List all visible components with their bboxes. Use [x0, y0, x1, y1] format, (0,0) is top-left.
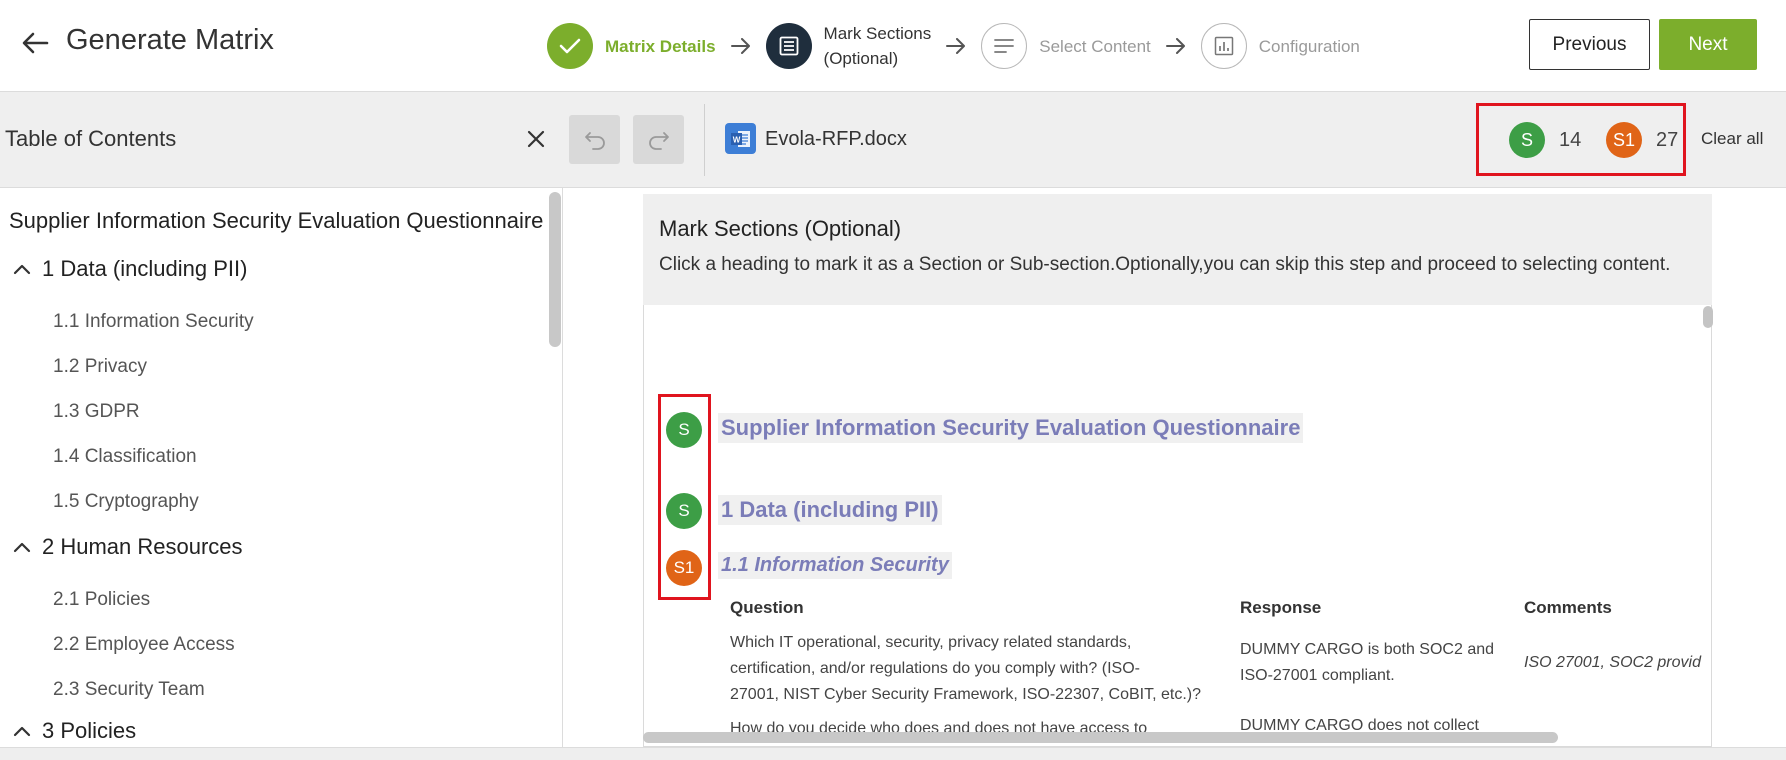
step-label: Configuration [1258, 36, 1360, 56]
app: Generate Matrix Matrix Details Mark Sect… [0, 0, 1786, 760]
subsection-badge: S1 [1606, 122, 1642, 158]
table-cell-response: DUMMY CARGO is both SOC2 and ISO-27001 c… [1240, 641, 1495, 684]
chevron-up-icon[interactable] [12, 259, 32, 279]
section-count: S 14 [1509, 122, 1581, 158]
doc-heading-subsection-1-1[interactable]: 1.1 Information Security [718, 552, 952, 579]
doc-heading-title[interactable]: Supplier Information Security Evaluation… [718, 413, 1304, 443]
toc-list: Supplier Information Security Evaluation… [0, 188, 548, 747]
table-header-question: Question [730, 598, 804, 617]
toc-section-label: 3 Policies [42, 718, 137, 743]
check-icon [547, 23, 593, 69]
doc-heading-section-1[interactable]: 1 Data (including PII) [718, 495, 942, 525]
previous-button[interactable]: Previous [1529, 19, 1650, 70]
chevron-up-icon[interactable] [12, 721, 32, 741]
toc-header: Table of Contents [0, 92, 563, 188]
stepper: Matrix Details Mark Sections (Optional) S… [547, 20, 1360, 72]
step-select-content[interactable]: Select Content [981, 23, 1151, 69]
arrow-right-icon [945, 35, 967, 57]
document-list-icon [765, 23, 812, 69]
mark-badge-section[interactable]: S [666, 412, 702, 448]
toc-item-1-2[interactable]: 1.2 Privacy [53, 356, 147, 378]
toc-section-2[interactable]: 2 Human Resources [12, 534, 243, 560]
step-label: Select Content [1039, 36, 1151, 56]
toc-title: Table of Contents [5, 126, 177, 151]
toc-panel: Table of Contents Supplier Information S… [0, 92, 563, 747]
toc-section-label: 2 Human Resources [42, 534, 243, 559]
toc-item-1-3[interactable]: 1.3 GDPR [53, 401, 140, 423]
toc-item-2-1[interactable]: 2.1 Policies [53, 589, 150, 611]
document-toolbar: W Evola-RFP.docx S 14 S1 27 Clear all [563, 92, 1786, 188]
instructions-text: Click a heading to mark it as a Section … [659, 254, 1671, 275]
mark-badge-subsection[interactable]: S1 [666, 550, 702, 586]
toc-item-1-1[interactable]: 1.1 Information Security [53, 311, 254, 333]
toolbar-divider [704, 104, 705, 176]
redo-icon [648, 131, 669, 150]
toc-item-2-2[interactable]: 2.2 Employee Access [53, 634, 235, 656]
lines-icon [981, 23, 1028, 69]
toc-section-1[interactable]: 1 Data (including PII) [12, 256, 247, 282]
subsection-count: S1 27 [1606, 122, 1678, 158]
instructions-panel: Mark Sections (Optional) Click a heading… [643, 194, 1712, 305]
table-cell-question: Which IT operational, security, privacy … [730, 634, 1201, 703]
document-horizontal-scrollbar[interactable] [643, 732, 1558, 743]
step-label: Matrix Details [605, 36, 716, 56]
toc-section-label: 1 Data (including PII) [42, 256, 248, 281]
redo-button[interactable] [633, 115, 684, 164]
section-count-value: 14 [1559, 128, 1582, 151]
back-arrow-icon[interactable] [18, 26, 52, 60]
step-label: Mark Sections (Optional) [823, 24, 932, 68]
table-header-comments: Comments [1524, 598, 1612, 617]
chevron-up-icon[interactable] [12, 537, 32, 557]
toc-item-2-3[interactable]: 2.3 Security Team [53, 679, 205, 701]
step-mark-sections[interactable]: Mark Sections (Optional) [765, 21, 932, 71]
undo-button[interactable] [569, 115, 620, 164]
close-icon[interactable] [523, 126, 549, 152]
header: Generate Matrix Matrix Details Mark Sect… [0, 0, 1786, 92]
word-file-icon: W [725, 123, 756, 154]
mark-counts: S 14 S1 27 [1476, 103, 1686, 176]
document-vertical-scrollbar[interactable] [1703, 306, 1713, 328]
step-matrix-details[interactable]: Matrix Details [547, 23, 716, 69]
file-name: Evola-RFP.docx [765, 128, 907, 150]
arrow-right-icon [1165, 35, 1187, 57]
bottom-bar [0, 747, 1786, 760]
table-cell-response: DUMMY CARGO does not collect [1240, 717, 1479, 734]
instructions-title: Mark Sections (Optional) [659, 216, 902, 241]
clear-all-link[interactable]: Clear all [1701, 129, 1763, 149]
toc-item-1-4[interactable]: 1.4 Classification [53, 446, 197, 468]
section-badge: S [1509, 122, 1545, 158]
table-cell-comment: ISO 27001, SOC2 provid [1524, 654, 1701, 671]
subsection-count-value: 27 [1656, 128, 1679, 151]
toc-root-item[interactable]: Supplier Information Security Evaluation… [9, 208, 548, 234]
toc-scrollbar[interactable] [549, 192, 561, 347]
chart-icon [1200, 23, 1247, 69]
document-area: Mark Sections (Optional) Click a heading… [563, 188, 1786, 747]
arrow-right-icon [730, 35, 752, 57]
toc-item-1-5[interactable]: 1.5 Cryptography [53, 491, 199, 513]
toc-section-3[interactable]: 3 Policies [12, 718, 136, 744]
undo-icon [584, 131, 605, 150]
step-configuration[interactable]: Configuration [1200, 23, 1360, 69]
svg-text:W: W [732, 135, 740, 144]
table-header-response: Response [1240, 598, 1322, 617]
page-title: Generate Matrix [66, 24, 274, 56]
next-button[interactable]: Next [1659, 19, 1757, 70]
mark-badge-section[interactable]: S [666, 493, 702, 529]
